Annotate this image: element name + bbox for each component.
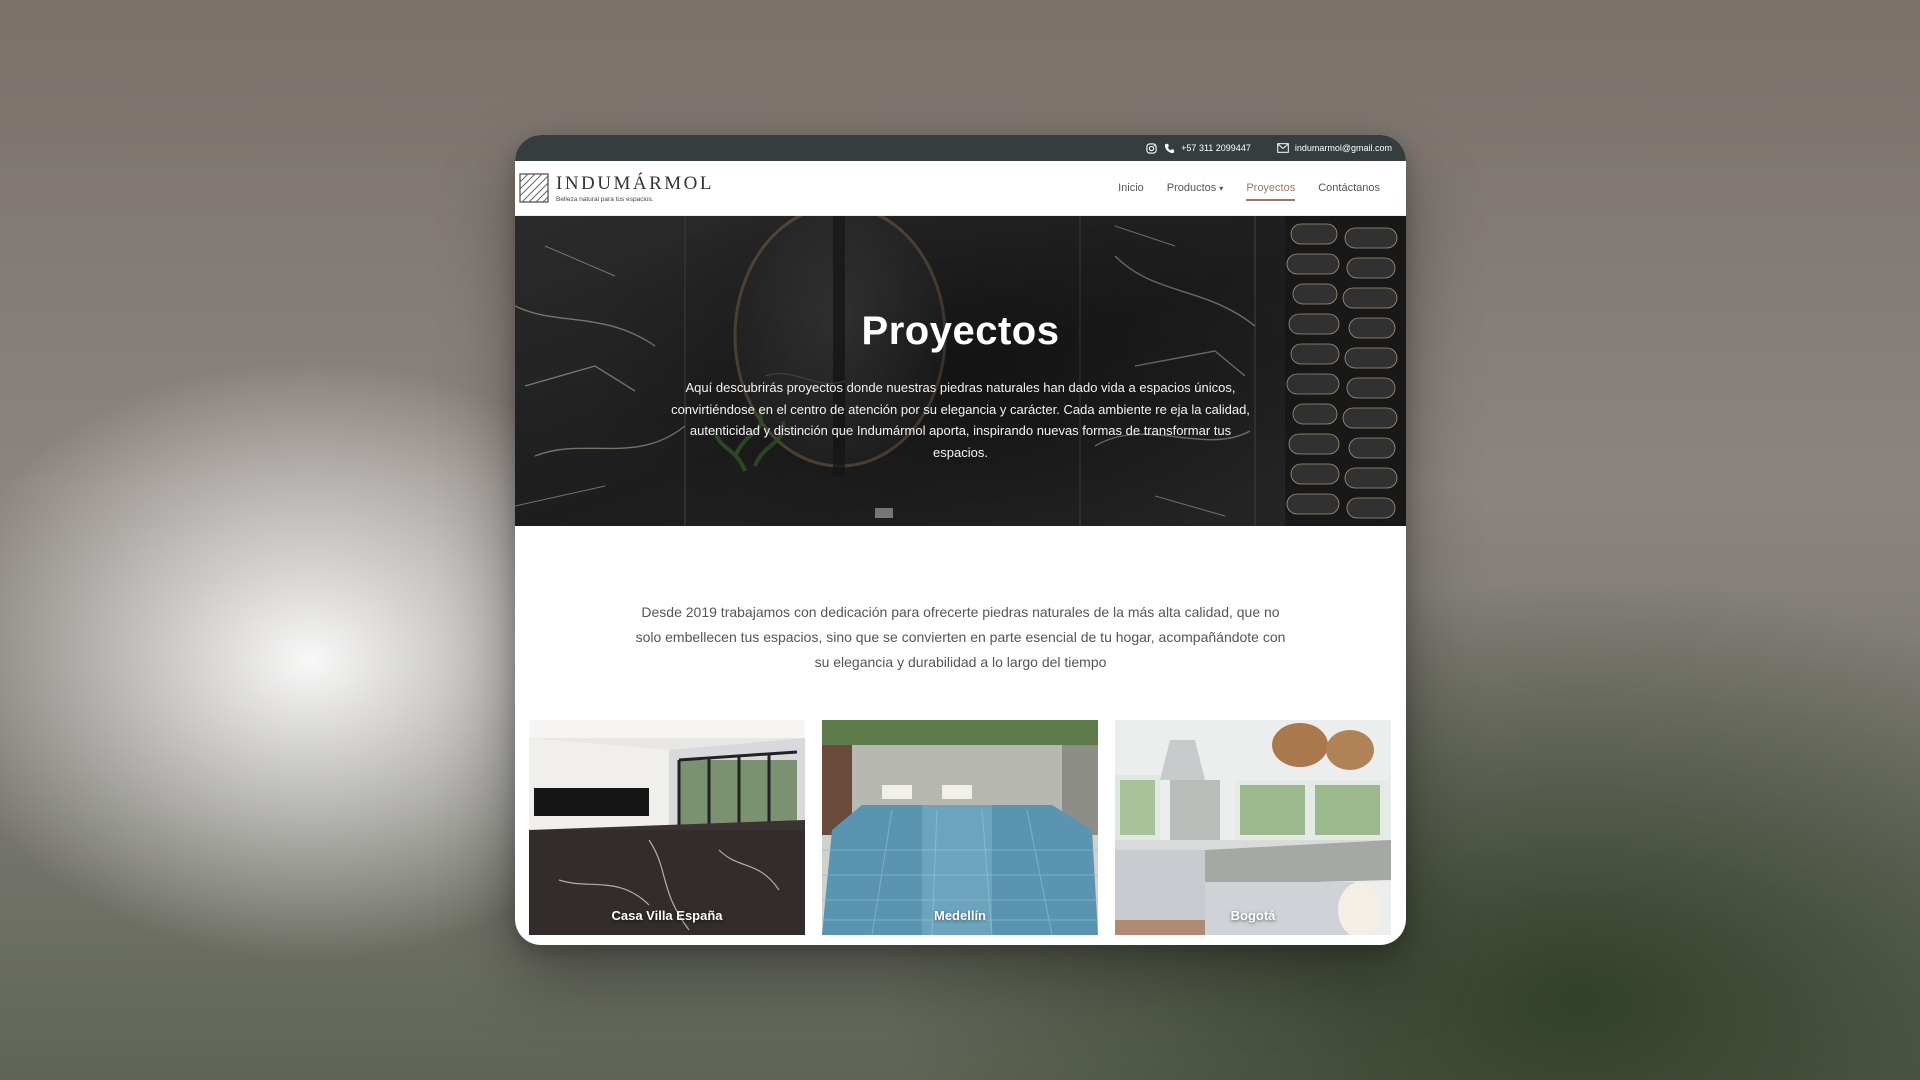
- hero-content: Proyectos Aquí descubrirás proyectos don…: [515, 311, 1406, 463]
- email-link[interactable]: indumarmol@gmail.com: [1295, 143, 1392, 153]
- hero-description: Aquí descubrirás proyectos donde nuestra…: [671, 380, 1250, 460]
- brand-name: INDUMÁRMOL: [556, 172, 714, 194]
- nav-item-label: Productos: [1166, 182, 1217, 194]
- instagram-icon[interactable]: [1145, 142, 1157, 154]
- nav-item-contactanos[interactable]: Contáctanos: [1318, 178, 1380, 198]
- phone-icon: [1163, 142, 1175, 154]
- brand-logo[interactable]: INDUMÁRMOL Belleza natural para tus espa…: [519, 173, 714, 203]
- primary-nav: Inicio Productos ▾ Proyectos Contáctanos: [1118, 178, 1380, 201]
- project-card-label: Bogotá: [1230, 908, 1276, 923]
- top-contact-bar: +57 311 2099447 indumarmol@gmail.com: [515, 135, 1406, 161]
- mail-icon: [1277, 142, 1289, 154]
- marble-logo-icon: [519, 173, 549, 203]
- hero-banner: Proyectos Aquí descubrirás proyectos don…: [515, 216, 1406, 526]
- nav-item-proyectos[interactable]: Proyectos: [1246, 178, 1295, 201]
- project-card-casa-villa-espana[interactable]: Casa Villa España: [529, 720, 805, 935]
- phone-number[interactable]: +57 311 2099447: [1181, 143, 1251, 153]
- main-navbar: INDUMÁRMOL Belleza natural para tus espa…: [515, 161, 1406, 216]
- brand-tagline: Belleza natural para tus espacios.: [556, 195, 654, 203]
- stone-pool-image: [822, 720, 1098, 935]
- nav-item-productos[interactable]: Productos ▾: [1167, 178, 1224, 198]
- marble-kitchen-image: [1115, 720, 1391, 935]
- page-title: Proyectos: [861, 309, 1060, 353]
- project-gallery: Casa Villa España Medellín Bogotá: [515, 675, 1406, 935]
- marble-living-room-image: [529, 720, 805, 935]
- project-card-medellin[interactable]: Medellín: [822, 720, 1098, 935]
- browser-window: +57 311 2099447 indumarmol@gmail.com IND…: [515, 135, 1406, 945]
- project-card-label: Medellín: [933, 908, 986, 923]
- project-card-bogota[interactable]: Bogotá: [1115, 720, 1391, 935]
- nav-item-inicio[interactable]: Inicio: [1118, 178, 1144, 198]
- intro-text: Desde 2019 trabajamos con dedicación par…: [635, 604, 1286, 670]
- chevron-down-icon: ▾: [1219, 184, 1224, 193]
- project-card-label: Casa Villa España: [611, 908, 723, 923]
